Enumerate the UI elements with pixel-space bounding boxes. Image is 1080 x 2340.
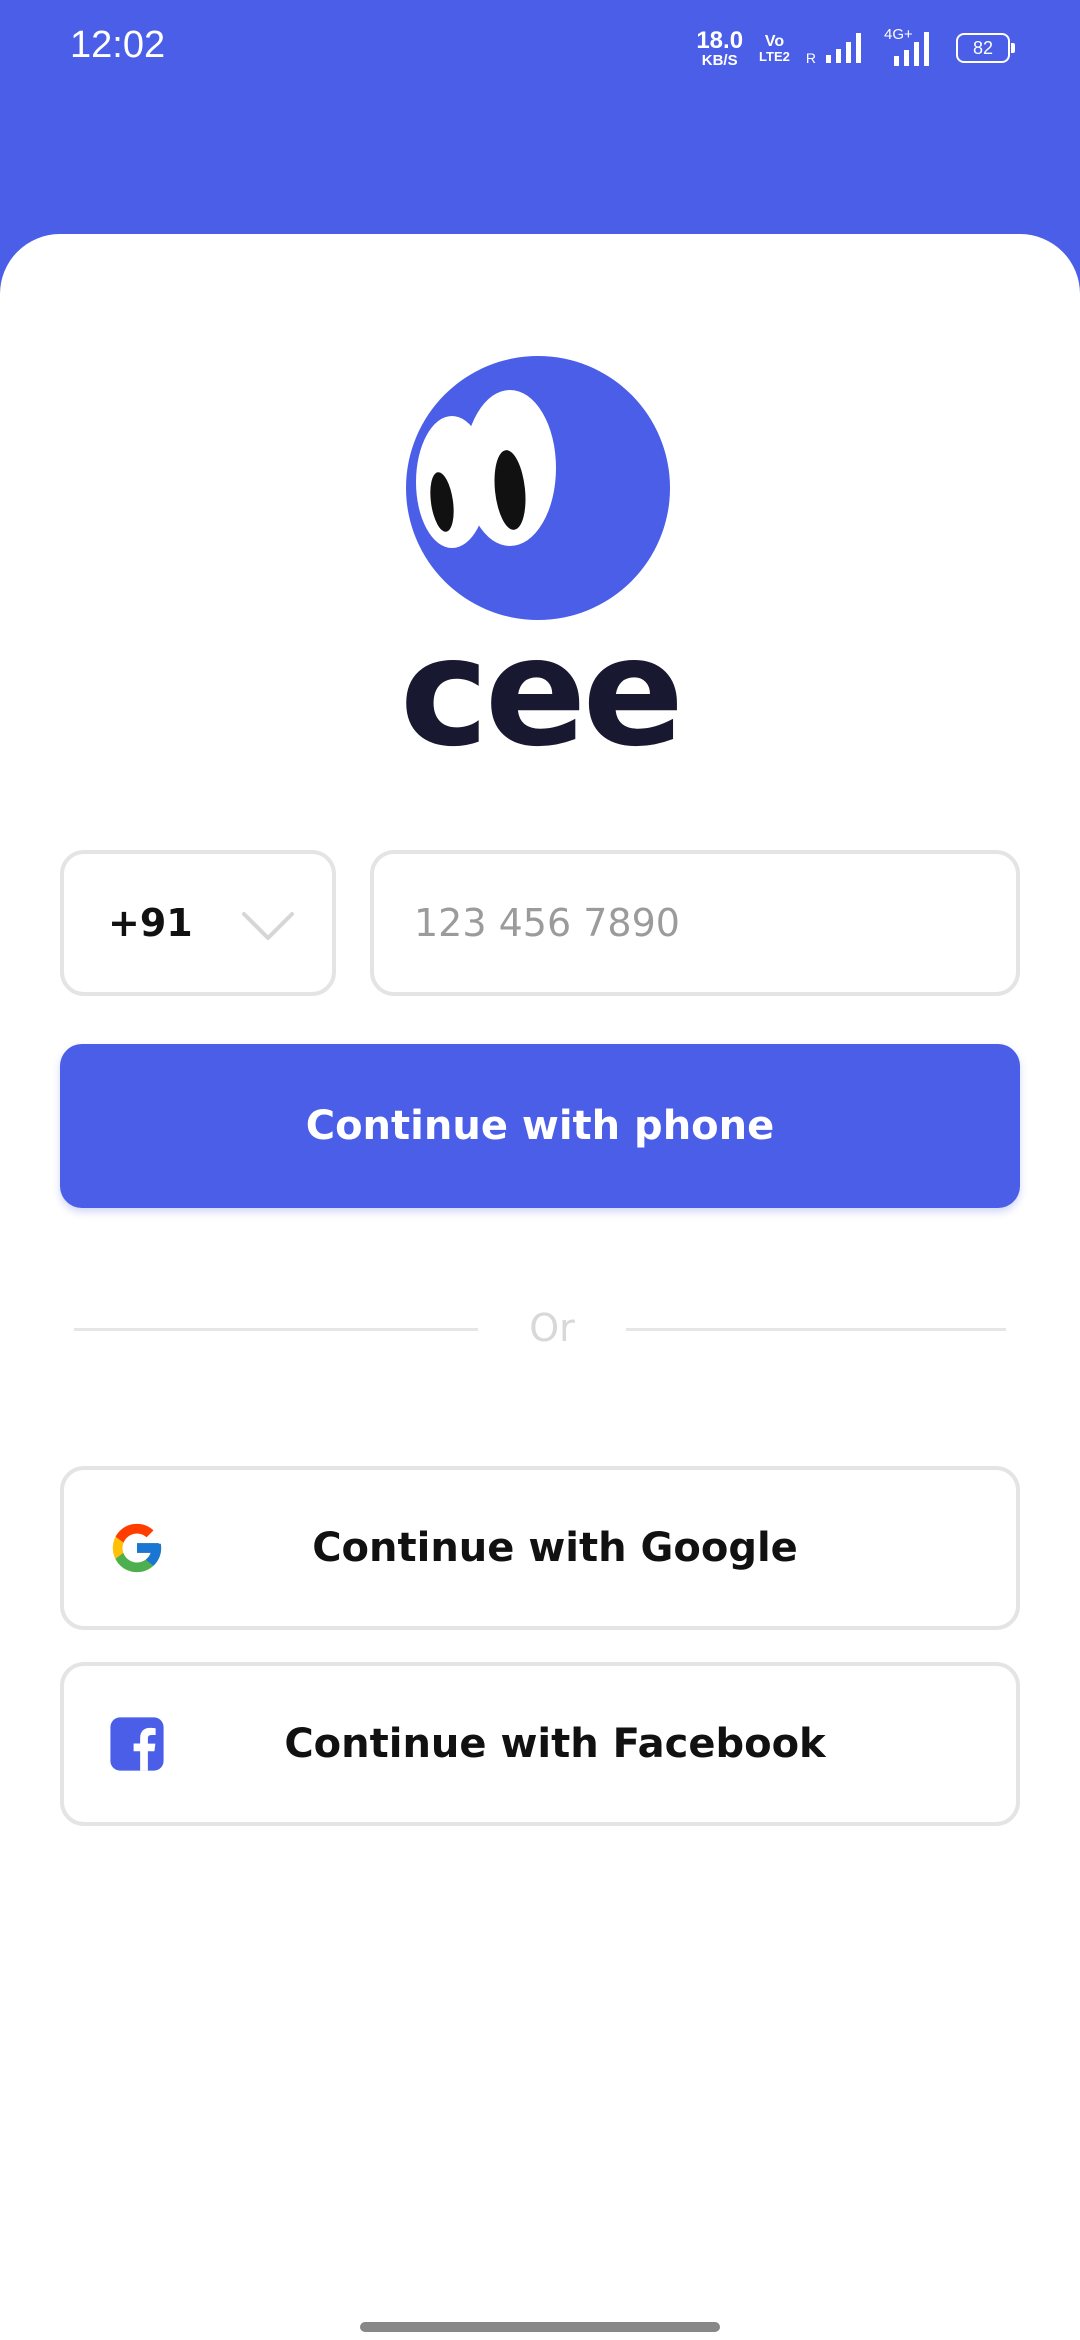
continue-with-facebook-button[interactable]: Continue with Facebook [60,1662,1020,1826]
divider-line-left [74,1328,478,1331]
volte-bottom: LTE2 [759,48,790,64]
country-code-value: +91 [108,901,193,945]
volte-indicator: Vo LTE2 [759,32,790,64]
brand-name: cee [399,606,684,780]
login-screen: 12:02 18.0 KB/S Vo LTE2 R 4G+ 82 cee +91… [0,0,1080,2340]
status-time: 12:02 [70,24,166,66]
signal-4g-icon: 4G+ [880,26,940,68]
network-speed-unit: KB/S [701,51,738,69]
continue-with-google-label: Continue with Google [312,1525,798,1571]
phone-number-input[interactable] [414,854,984,992]
status-icons: 18.0 KB/S Vo LTE2 R 4G+ 82 [696,26,1015,70]
continue-with-phone-button[interactable]: Continue with phone [60,1044,1020,1208]
continue-with-google-button[interactable]: Continue with Google [60,1466,1020,1630]
roaming-label: R [805,50,816,66]
chevron-down-icon [242,912,294,940]
volte-top: Vo [764,32,785,50]
eyes-logo-icon [406,356,670,620]
continue-with-phone-label: Continue with phone [305,1103,775,1149]
battery-icon: 82 [956,33,1015,63]
network-speed-value: 18.0 [696,26,744,54]
continue-with-facebook-label: Continue with Facebook [284,1721,826,1767]
country-code-select[interactable]: +91 [60,850,336,996]
network-speed: 18.0 KB/S [696,26,744,69]
home-indicator[interactable] [360,2322,720,2332]
divider-line-right [626,1328,1006,1331]
signal-icon [826,33,861,63]
phone-number-field[interactable] [370,850,1020,996]
divider-or-text: Or [529,1306,575,1350]
status-bar: 12:02 18.0 KB/S Vo LTE2 R 4G+ 82 [0,0,1080,100]
